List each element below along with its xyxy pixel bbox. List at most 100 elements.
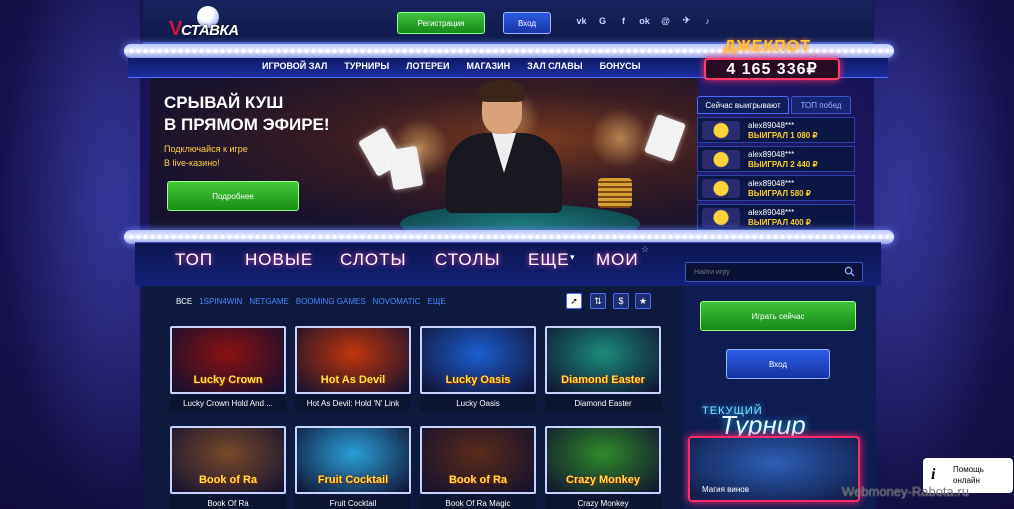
watermark: Webmoney-Rabota.ru	[842, 484, 969, 499]
game-name: Hot As Devil: Hold 'N' Link	[295, 395, 411, 411]
chevron-down-icon: ▾	[570, 252, 575, 262]
favorite-star-icon[interactable]: ☆	[522, 431, 531, 442]
tournament-caption: Магия винов	[702, 485, 749, 494]
game-tile[interactable]: Book of Ra ☆ Book Of Ra Magic	[420, 426, 536, 509]
game-thumbnail[interactable]: Lucky Crown	[170, 326, 286, 394]
nav-item-lotteries[interactable]: ЛОТЕРЕИ	[406, 61, 449, 71]
winner-amount: ВЫИГРАЛ 580 ₽	[748, 189, 811, 198]
odnoklassniki-icon[interactable]: ok	[638, 14, 651, 27]
logo-text: СТАВКА	[181, 22, 239, 39]
coin-icon	[702, 121, 740, 140]
nav-item-hall-of-fame[interactable]: ЗАЛ СЛАВЫ	[527, 61, 582, 71]
jackpot: ДЖЕКПОТ 4 165 336₽	[704, 38, 840, 86]
favorite-star-icon[interactable]: ☆	[647, 431, 656, 442]
info-icon: i	[931, 466, 936, 483]
tab-now-winning[interactable]: Сейчас выигрывают	[697, 96, 789, 114]
provider-more[interactable]: ЕЩЕ	[428, 297, 446, 306]
category-more[interactable]: ЕЩЕ	[528, 250, 570, 270]
winner-amount: ВЫИГРАЛ 400 ₽	[748, 218, 811, 227]
game-tile[interactable]: Book of Ra ☆ Book Of Ra	[170, 426, 286, 509]
search-input[interactable]	[685, 262, 863, 282]
category-mine[interactable]: МОИ	[596, 250, 639, 270]
game-art-title: Lucky Oasis	[445, 374, 511, 386]
nav-item-game-hall[interactable]: ИГРОВОЙ ЗАЛ	[262, 61, 327, 71]
game-thumbnail[interactable]: Hot As Devil	[295, 326, 411, 394]
winner-amount: ВЫИГРАЛ 1 080 ₽	[748, 131, 818, 140]
right-glow	[874, 0, 1014, 509]
game-art-title: Lucky Crown	[193, 374, 263, 386]
game-tile[interactable]: Fruit Cocktail ☆ Fruit Cocktail	[295, 426, 411, 509]
provider-novomatic[interactable]: NOVOMATIC	[373, 297, 421, 306]
nav-item-bonuses[interactable]: БОНУСЫ	[600, 61, 641, 71]
game-thumbnail[interactable]: Diamond Easter	[545, 326, 661, 394]
tournament-banner[interactable]: Магия винов	[688, 436, 860, 502]
favorite-star-icon[interactable]: ☆	[397, 431, 406, 442]
provider-all[interactable]: ВСЕ	[176, 297, 192, 306]
sort-icon[interactable]: ⇅	[590, 293, 606, 309]
help-text: Помощь онлайн	[953, 464, 984, 486]
winner-row: alex89048*** ВЫИГРАЛ 2 440 ₽	[697, 146, 855, 172]
coin-icon	[702, 150, 740, 169]
banner-subtitle-line2: В live-казино!	[164, 158, 220, 168]
game-name: Diamond Easter	[545, 395, 661, 411]
star-icon: ☆	[641, 244, 650, 254]
game-thumbnail[interactable]: Book of Ra ☆	[170, 426, 286, 494]
more-button[interactable]: Подробнее	[167, 181, 299, 211]
jackpot-title: ДЖЕКПОТ	[724, 38, 812, 55]
category-tables[interactable]: СТОЛЫ	[435, 250, 501, 270]
game-name: Book Of Ra	[170, 495, 286, 509]
header-login-button[interactable]: Вход	[503, 12, 551, 34]
side-login-button[interactable]: Вход	[726, 349, 830, 379]
star-icon[interactable]: ★	[635, 293, 651, 309]
winner-user: alex89048***	[748, 179, 795, 188]
telegram-icon[interactable]: ✈	[680, 14, 693, 27]
provider-netgame[interactable]: NETGAME	[249, 297, 289, 306]
register-button[interactable]: Регистрация	[397, 12, 485, 34]
banner-title: СРЫВАЙ КУШ В ПРЯМОМ ЭФИРЕ!	[164, 92, 384, 136]
tiktok-icon[interactable]: ♪	[701, 14, 714, 27]
dollar-icon[interactable]: $	[613, 293, 629, 309]
help-line1: Помощь	[953, 465, 984, 474]
game-name: Lucky Crown Hold And ...	[170, 395, 286, 411]
vk-icon[interactable]: vk	[575, 14, 588, 27]
search-icon[interactable]	[844, 266, 855, 277]
chips-stack	[598, 178, 632, 208]
game-art-title: Book of Ra	[448, 474, 508, 486]
game-tile[interactable]: Lucky Oasis Lucky Oasis	[420, 326, 536, 413]
winner-amount: ВЫИГРАЛ 2 440 ₽	[748, 160, 818, 169]
category-slots[interactable]: СЛОТЫ	[340, 250, 407, 270]
game-thumbnail[interactable]: Lucky Oasis	[420, 326, 536, 394]
game-tile[interactable]: Lucky Crown Lucky Crown Hold And ...	[170, 326, 286, 413]
tab-top-wins[interactable]: ТОП побед	[791, 96, 851, 114]
game-tile[interactable]: Diamond Easter Diamond Easter	[545, 326, 661, 413]
jackpot-value: 4 165 336₽	[704, 58, 840, 80]
game-art-title: Hot As Devil	[320, 374, 386, 386]
play-now-button[interactable]: Играть сейчас	[700, 301, 856, 331]
social-links: vk G f ok @ ✈ ♪	[575, 14, 714, 27]
game-tile[interactable]: Crazy Monkey ☆ Crazy Monkey	[545, 426, 661, 509]
provider-1spin4win[interactable]: 1SPIN4WIN	[199, 297, 242, 306]
game-name: Crazy Monkey	[545, 495, 661, 509]
category-top[interactable]: ТОП	[175, 250, 213, 270]
game-tile[interactable]: Hot As Devil Hot As Devil: Hold 'N' Link	[295, 326, 411, 413]
banner-subtitle: Подключайся к игре В live-казино!	[164, 142, 344, 170]
google-icon[interactable]: G	[596, 14, 609, 27]
favorite-star-icon[interactable]: ☆	[272, 431, 281, 442]
left-glow	[0, 0, 140, 509]
game-name: Book Of Ra Magic	[420, 495, 536, 509]
category-new[interactable]: НОВЫЕ	[245, 250, 313, 270]
game-thumbnail[interactable]: Fruit Cocktail ☆	[295, 426, 411, 494]
winner-row: alex89048*** ВЫИГРАЛ 400 ₽	[697, 204, 855, 230]
banner-title-line2: В ПРЯМОМ ЭФИРЕ!	[164, 115, 330, 134]
nav-item-shop[interactable]: МАГАЗИН	[466, 61, 510, 71]
game-thumbnail[interactable]: Crazy Monkey ☆	[545, 426, 661, 494]
logo[interactable]: V СТАВКА	[169, 6, 239, 40]
provider-booming-games[interactable]: BOOMING GAMES	[296, 297, 366, 306]
winners-panel: Сейчас выигрывают ТОП побед alex89048***…	[697, 96, 855, 230]
game-art-title: Fruit Cocktail	[317, 474, 389, 486]
mail-icon[interactable]: @	[659, 14, 672, 27]
nav-item-tournaments[interactable]: ТУРНИРЫ	[344, 61, 389, 71]
cursor-icon[interactable]: ➚	[566, 293, 582, 309]
game-thumbnail[interactable]: Book of Ra ☆	[420, 426, 536, 494]
facebook-icon[interactable]: f	[617, 14, 630, 27]
